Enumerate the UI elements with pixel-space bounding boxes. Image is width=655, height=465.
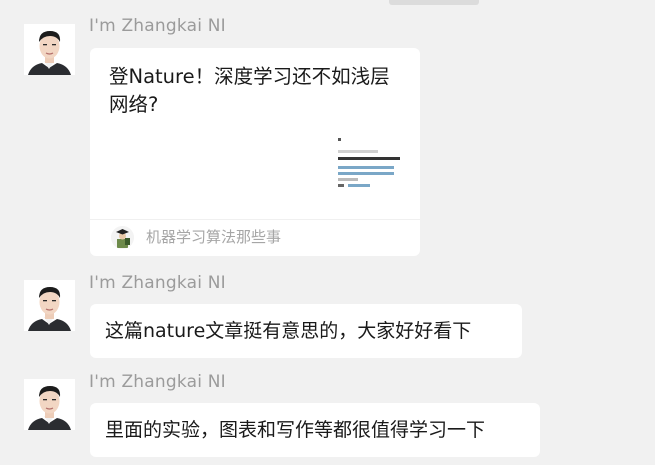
article-thumbnail bbox=[338, 138, 408, 194]
article-title: 登Nature！深度学习还不如浅层网络? bbox=[109, 65, 390, 116]
sender-avatar[interactable] bbox=[24, 280, 75, 331]
message-text: 里面的实验，图表和写作等都很值得学习一下 bbox=[105, 419, 486, 441]
sender-avatar[interactable] bbox=[24, 24, 75, 75]
sender-name: I'm Zhangkai NI bbox=[89, 16, 226, 36]
message-bubble[interactable]: 里面的实验，图表和写作等都很值得学习一下 bbox=[90, 403, 540, 457]
message-bubble[interactable]: 这篇nature文章挺有意思的，大家好好看下 bbox=[90, 304, 522, 358]
source-account-name: 机器学习算法那些事 bbox=[146, 228, 282, 246]
user-avatar-icon bbox=[24, 280, 75, 331]
article-card[interactable]: 登Nature！深度学习还不如浅层网络? 机器学习算法那些事 bbox=[90, 48, 420, 256]
source-account-avatar-icon bbox=[111, 226, 134, 249]
previous-message-fragment bbox=[389, 0, 479, 5]
user-avatar-icon bbox=[24, 24, 75, 75]
user-avatar-icon bbox=[24, 379, 75, 430]
sender-name: I'm Zhangkai NI bbox=[89, 372, 226, 392]
card-source[interactable]: 机器学习算法那些事 bbox=[90, 220, 420, 256]
message-text: 这篇nature文章挺有意思的，大家好好看下 bbox=[105, 320, 472, 342]
sender-avatar[interactable] bbox=[24, 379, 75, 430]
sender-name: I'm Zhangkai NI bbox=[89, 273, 226, 293]
